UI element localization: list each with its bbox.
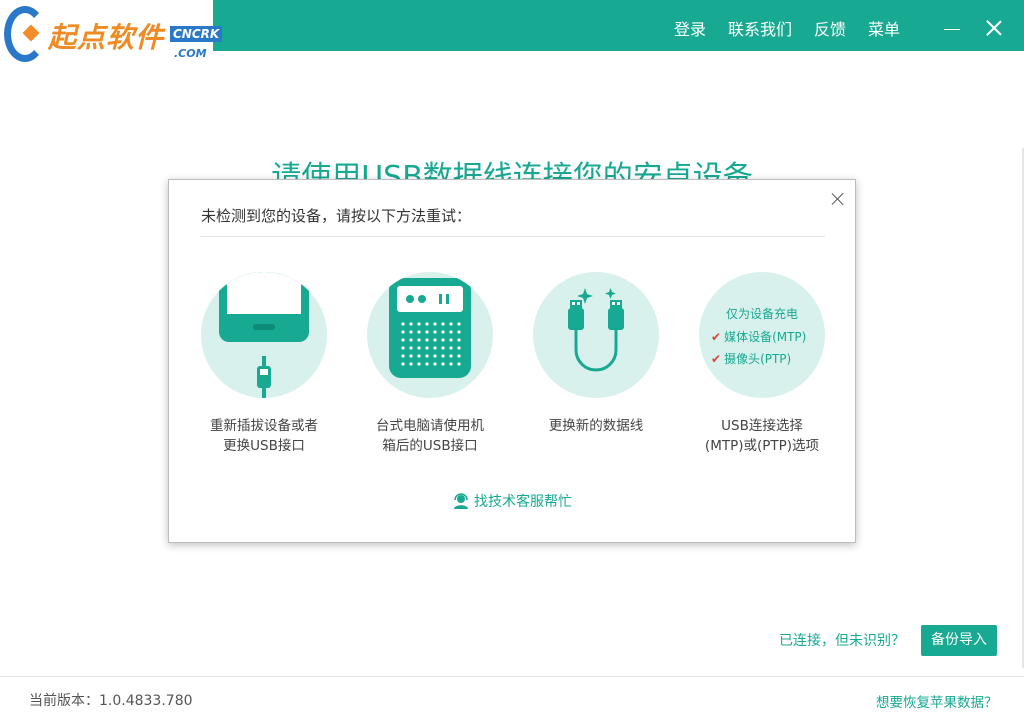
option-label: 台式电脑请使用机 箱后的USB接口 [376,418,484,454]
nav-login[interactable]: 登录 [674,16,706,40]
charge-only-label: 仅为设备充电 [725,307,798,321]
usb-cable-icon [568,288,624,372]
device-not-detected-dialog: 未检测到您的设备，请按以下方法重试： 重新插拔设备或者 更换USB接口 台式电脑… [168,179,856,543]
mtp-option: ✔ 媒体设备(MTP) [711,330,807,344]
version-text: 当前版本：1.0.4833.780 [29,693,193,709]
desktop-case-icon [389,278,471,378]
option-label: 更换新的数据线 [548,418,644,434]
option-label: USB连接选择 (MTP)或(PTP)选项 [704,418,820,454]
ptp-option: ✔ 摄像头(PTP) [711,352,792,366]
customer-service-icon [454,493,468,509]
phone-usb-icon [219,272,309,398]
dialog-heading: 未检测到您的设备，请按以下方法重试： [201,207,472,225]
option-label: 重新插拔设备或者 更换USB接口 [210,418,318,454]
logo-text: 起点软件 [48,21,165,54]
logo-mark-icon [4,6,46,62]
option-illustration [367,272,493,398]
nav-feedback[interactable]: 反馈 [814,16,846,40]
check-icon: ✔ [711,352,722,366]
minimize-icon[interactable] [944,29,960,30]
window-close-icon[interactable] [984,18,1004,38]
divider [201,236,825,237]
tech-support-link[interactable]: 找技术客服帮忙 [453,491,572,511]
footer-divider [0,676,1024,677]
dialog-close-icon[interactable] [830,191,846,207]
check-icon: ✔ [711,330,722,344]
connected-not-recognized-link[interactable]: 已连接，但未识别？ [779,630,905,650]
recover-apple-data-link[interactable]: 想要恢复苹果数据？ [876,691,998,711]
usb-mode-icon: 仅为设备充电 ✔ 媒体设备(MTP) ✔ 摄像头(PTP) [699,272,825,398]
nav-menu[interactable]: 菜单 [868,16,900,40]
logo-domain: .COM [174,47,207,60]
brand-logo: 起点软件 CNCRK .COM [0,0,223,70]
option-illustration [201,272,327,398]
backup-import-button[interactable]: 备份导入 [921,625,997,656]
nav-contact[interactable]: 联系我们 [728,16,792,40]
logo-badge: CNCRK [170,26,223,42]
option-illustration [533,272,659,398]
